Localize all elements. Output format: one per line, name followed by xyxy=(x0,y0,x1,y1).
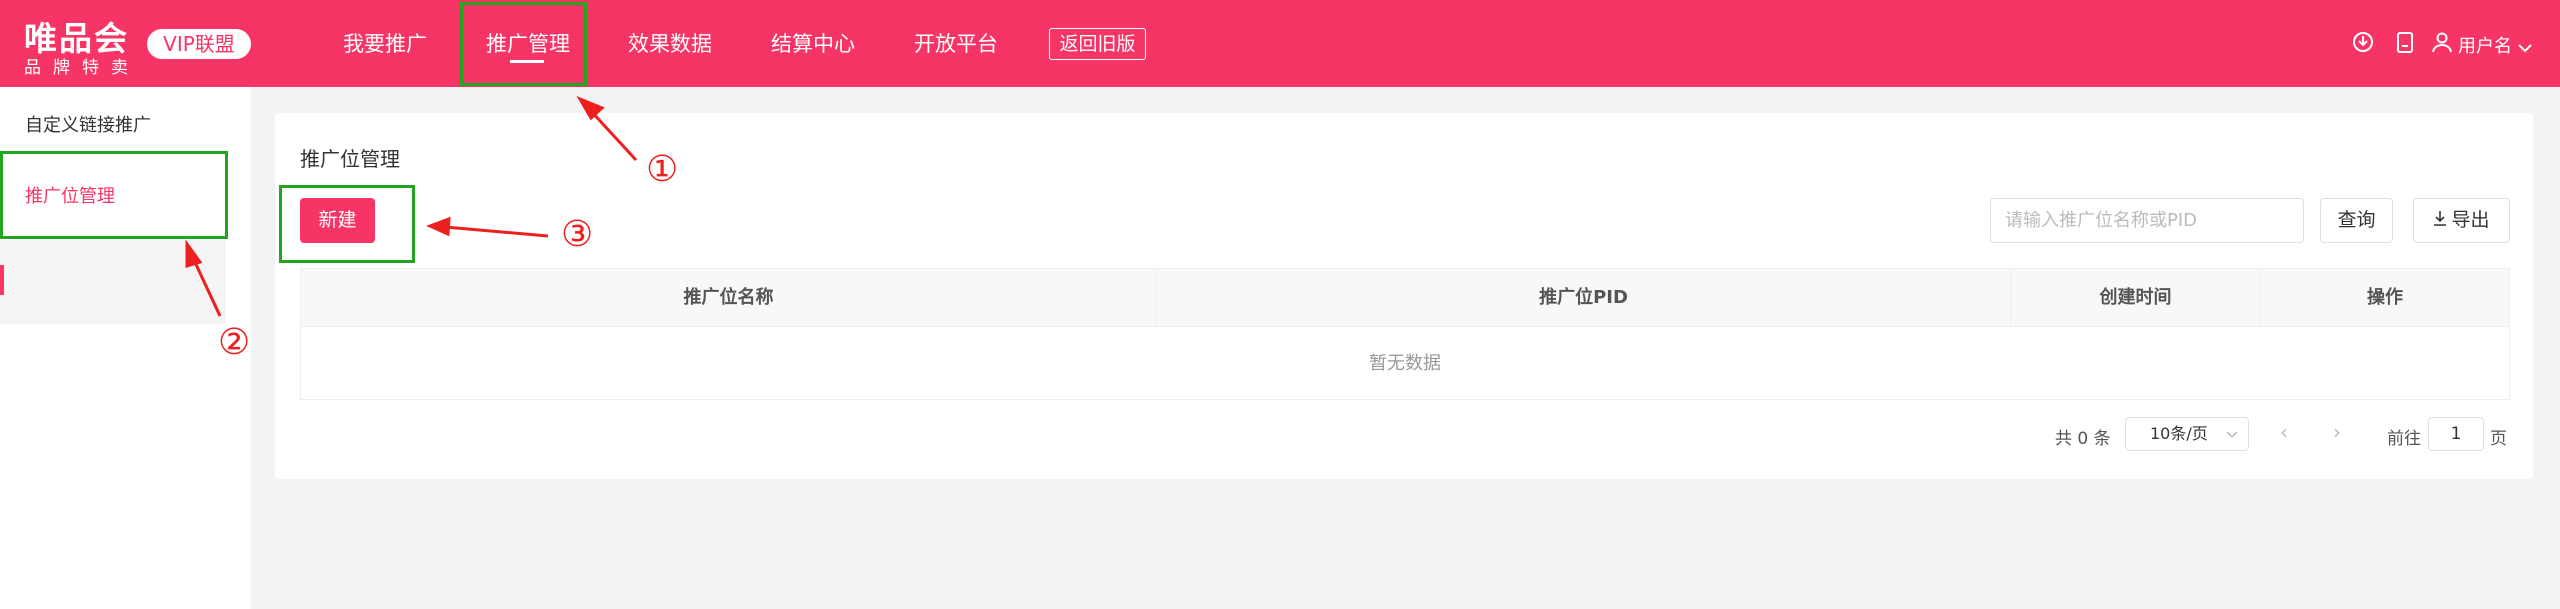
annotation-label-1: ① xyxy=(646,149,679,190)
nav-effect-data[interactable]: 效果数据 xyxy=(628,28,712,58)
table-header: 推广位名称 推广位PID 创建时间 操作 xyxy=(301,269,2509,327)
annotation-label-2: ② xyxy=(218,322,251,363)
export-label: 导出 xyxy=(2451,209,2490,231)
goto-label: 前往 xyxy=(2387,429,2421,449)
annotation-box-1 xyxy=(460,2,587,86)
nav-settlement-center[interactable]: 结算中心 xyxy=(771,28,855,58)
export-button[interactable]: 导出 xyxy=(2413,198,2510,243)
annotation-box-3 xyxy=(279,185,415,263)
return-old-version-button[interactable]: 返回旧版 xyxy=(1049,28,1146,60)
prev-page-icon[interactable]: ‹ xyxy=(2280,420,2288,444)
page-size-select[interactable]: 10条/页 xyxy=(2125,417,2249,451)
column-header-created[interactable]: 创建时间 xyxy=(2011,269,2261,327)
download-icon xyxy=(2433,199,2447,242)
page-number-input[interactable]: 1 xyxy=(2428,417,2484,451)
download-icon[interactable] xyxy=(2351,30,2375,60)
vip-alliance-badge: VIP联盟 xyxy=(147,29,251,59)
query-button[interactable]: 查询 xyxy=(2320,198,2393,243)
next-page-icon[interactable]: › xyxy=(2333,420,2341,444)
nav-open-platform[interactable]: 开放平台 xyxy=(914,28,998,58)
annotation-box-2 xyxy=(0,151,228,239)
annotation-label-3: ③ xyxy=(561,214,594,255)
nav-promote[interactable]: 我要推广 xyxy=(343,28,427,58)
search-input[interactable] xyxy=(1990,198,2304,243)
page-unit-label: 页 xyxy=(2490,429,2507,449)
pagination-total: 共 0 条 xyxy=(2055,429,2111,449)
adzone-table: 推广位名称 推广位PID 创建时间 操作 暂无数据 xyxy=(300,268,2510,400)
user-icon[interactable] xyxy=(2430,30,2454,60)
column-header-actions: 操作 xyxy=(2367,287,2403,308)
username-dropdown[interactable]: 用户名 xyxy=(2458,32,2532,58)
clipboard-icon[interactable] xyxy=(2393,30,2417,60)
logo-subtitle: 品牌特卖 xyxy=(24,58,140,78)
username-label: 用户名 xyxy=(2458,36,2512,57)
empty-state-text: 暂无数据 xyxy=(1369,353,1441,374)
page-size-value: 10条/页 xyxy=(2150,424,2208,443)
page-title: 推广位管理 xyxy=(300,147,400,171)
sidebar-active-indicator xyxy=(0,265,4,295)
column-header-name[interactable]: 推广位名称 xyxy=(301,269,1157,327)
column-header-pid[interactable]: 推广位PID xyxy=(1157,269,2011,327)
chevron-down-icon xyxy=(2226,418,2238,450)
sidebar-item-custom-link[interactable]: 自定义链接推广 xyxy=(25,111,151,137)
top-header: 唯品会 品牌特卖 VIP联盟 我要推广 推广管理 效果数据 结算中心 开放平台 … xyxy=(0,0,2560,87)
sidebar-active-background xyxy=(0,240,226,324)
chevron-down-icon xyxy=(2518,37,2532,58)
